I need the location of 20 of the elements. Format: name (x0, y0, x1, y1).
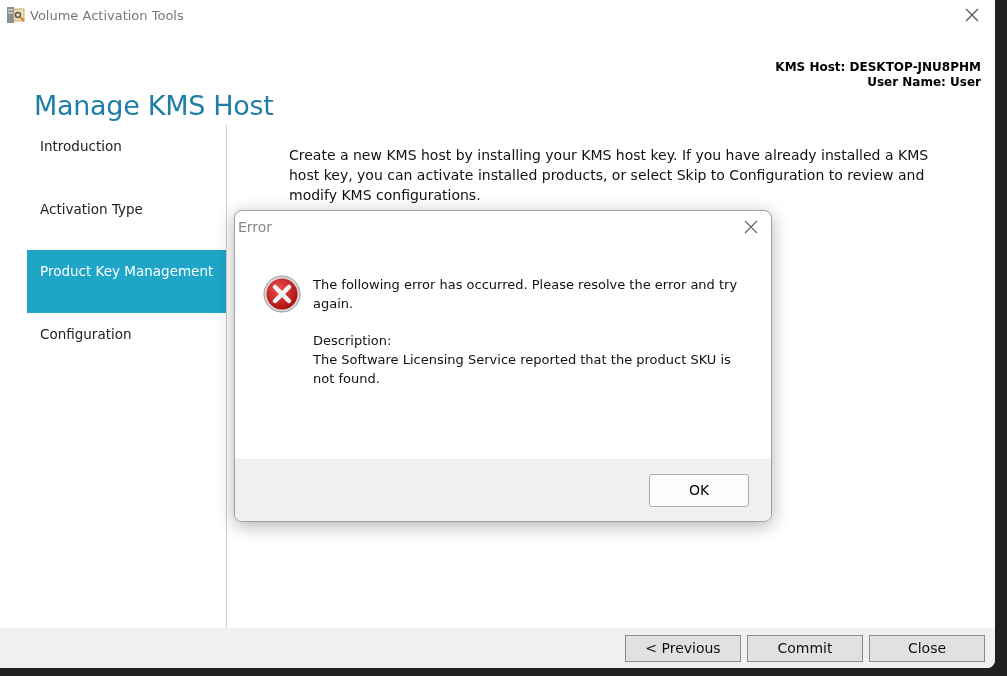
error-description: The Software Licensing Service reported that the product SKU is not found. (313, 351, 732, 388)
error-icon (263, 275, 301, 313)
close-icon[interactable] (744, 220, 758, 234)
server-key-icon (6, 5, 26, 25)
kms-host-label: KMS Host: DESKTOP-JNU8PHM (775, 60, 981, 75)
error-message: The following error has occurred. Please resolve the error and try again. (313, 276, 739, 313)
sidebar-item[interactable]: Configuration (27, 312, 226, 375)
sidebar-item[interactable]: Activation Type (27, 187, 226, 250)
dialog-title: Error (238, 219, 273, 235)
ok-button[interactable]: OK (649, 473, 749, 507)
user-name-label: User Name: User (867, 75, 981, 90)
sidebar-item[interactable]: Introduction (27, 125, 226, 188)
page-title: Manage KMS Host (34, 90, 274, 123)
window-title: Volume Activation Tools (30, 7, 185, 23)
intro-text: Create a new KMS host by installing your KMS host key. If you have already installed a KMS host key, you can activate installed products, or select Skip to Configuration to review and modify KMS configurations. (289, 146, 930, 205)
footer-button[interactable]: < Previous (625, 634, 741, 662)
footer-button[interactable]: Close (869, 634, 985, 662)
description-label: Description: (313, 332, 393, 350)
close-icon[interactable] (965, 8, 979, 22)
footer-button[interactable]: Commit (747, 634, 863, 662)
